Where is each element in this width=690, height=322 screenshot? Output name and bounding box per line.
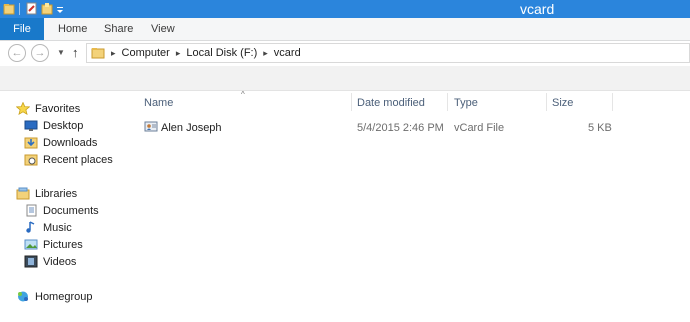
recent-places-icon — [24, 153, 38, 166]
column-divider[interactable] — [612, 93, 613, 111]
nav-item-label: Documents — [43, 204, 99, 217]
nav-item-homegroup[interactable]: Homegroup — [16, 290, 92, 303]
nav-item-music[interactable]: Music — [24, 221, 72, 234]
nav-item-label: Favorites — [35, 102, 81, 115]
breadcrumb-label: Local Disk (F:) — [186, 47, 258, 59]
nav-item-label: Desktop — [43, 119, 84, 132]
folder-icon — [91, 47, 105, 59]
tab-view[interactable]: View — [151, 23, 175, 35]
nav-item-label: Homegroup — [35, 290, 93, 303]
file-date-modified: 5/4/2015 2:46 PM — [357, 122, 444, 134]
quick-access-toolbar — [0, 0, 64, 18]
dropdown-icon[interactable] — [56, 2, 64, 16]
breadcrumb-label: vcard — [273, 47, 301, 59]
nav-item-label: Videos — [43, 255, 77, 268]
tab-home[interactable]: Home — [58, 23, 87, 35]
folder-icon[interactable] — [3, 2, 15, 16]
nav-item-recent-places[interactable]: Recent places — [24, 153, 113, 166]
breadcrumb-computer[interactable]: ▸ Computer — [111, 47, 170, 59]
chevron-right-icon: ▸ — [111, 47, 116, 58]
pictures-icon — [24, 238, 38, 251]
file-size: 5 KB — [588, 122, 612, 134]
column-divider[interactable] — [447, 93, 448, 111]
table-row[interactable]: Alen Joseph 5/4/2015 2:46 PM vCard File … — [144, 119, 614, 137]
nav-item-libraries[interactable]: Libraries — [16, 187, 77, 200]
chevron-down-icon[interactable]: ▼ — [57, 48, 65, 57]
properties-icon[interactable] — [26, 2, 38, 16]
breadcrumb-label: Computer — [121, 47, 170, 59]
column-divider[interactable] — [351, 93, 352, 111]
homegroup-icon — [16, 290, 30, 303]
navigation-bar: ← → ▼ ↑ ▸ Computer ▸ Local Disk (F:) ▸ v… — [0, 41, 690, 65]
nav-item-downloads[interactable]: Downloads — [24, 136, 97, 149]
column-header-date-modified[interactable]: Date modified — [357, 97, 425, 109]
desktop-icon — [24, 119, 38, 132]
nav-item-label: Recent places — [43, 153, 113, 166]
star-icon — [15, 101, 31, 116]
nav-item-videos[interactable]: Videos — [24, 255, 76, 268]
up-arrow-icon[interactable]: ↑ — [72, 45, 79, 60]
breadcrumb-vcard[interactable]: ▸ vcard — [263, 47, 300, 59]
forward-arrow-icon: → — [34, 47, 46, 59]
tab-share[interactable]: Share — [104, 23, 133, 35]
column-header-size[interactable]: Size — [552, 97, 573, 109]
file-type: vCard File — [454, 122, 505, 134]
nav-item-label: Downloads — [43, 136, 98, 149]
downloads-icon — [24, 136, 38, 149]
new-folder-icon[interactable] — [41, 2, 53, 16]
file-name: Alen Joseph — [161, 122, 222, 134]
command-strip — [0, 66, 690, 91]
forward-button[interactable]: → — [31, 44, 49, 62]
nav-item-desktop[interactable]: Desktop — [24, 119, 83, 132]
back-arrow-icon: ← — [11, 47, 23, 59]
nav-item-documents[interactable]: Documents — [24, 204, 99, 217]
column-divider[interactable] — [546, 93, 547, 111]
sort-ascending-icon: ^ — [241, 90, 245, 99]
videos-icon — [24, 255, 38, 268]
toolbar-separator — [19, 3, 20, 15]
back-button[interactable]: ← — [8, 44, 26, 62]
music-icon — [24, 221, 38, 234]
file-list: ^ Name Date modified Type Size Alen Jose… — [132, 90, 690, 322]
chevron-right-icon: ▸ — [175, 47, 181, 58]
nav-item-label: Pictures — [43, 238, 83, 251]
breadcrumb-local-disk[interactable]: ▸ Local Disk (F:) — [176, 47, 257, 59]
chevron-right-icon: ▸ — [263, 47, 268, 58]
title-bar: vcard — [0, 0, 690, 18]
documents-icon — [24, 204, 38, 217]
navigation-pane: Favorites Desktop Downloads Recent place… — [0, 91, 132, 322]
libraries-icon — [16, 187, 30, 200]
column-header-name[interactable]: Name — [144, 97, 173, 109]
window-title: vcard — [520, 1, 555, 17]
vcard-icon — [144, 120, 158, 136]
nav-item-label: Music — [43, 221, 72, 234]
column-header-type[interactable]: Type — [454, 97, 478, 109]
ribbon-tabs: File Home Share View — [0, 18, 690, 41]
tab-file[interactable]: File — [0, 18, 44, 40]
nav-item-favorites[interactable]: Favorites — [15, 101, 81, 116]
nav-item-label: Libraries — [35, 187, 78, 200]
nav-item-pictures[interactable]: Pictures — [24, 238, 83, 251]
address-bar[interactable]: ▸ Computer ▸ Local Disk (F:) ▸ vcard — [86, 43, 690, 63]
